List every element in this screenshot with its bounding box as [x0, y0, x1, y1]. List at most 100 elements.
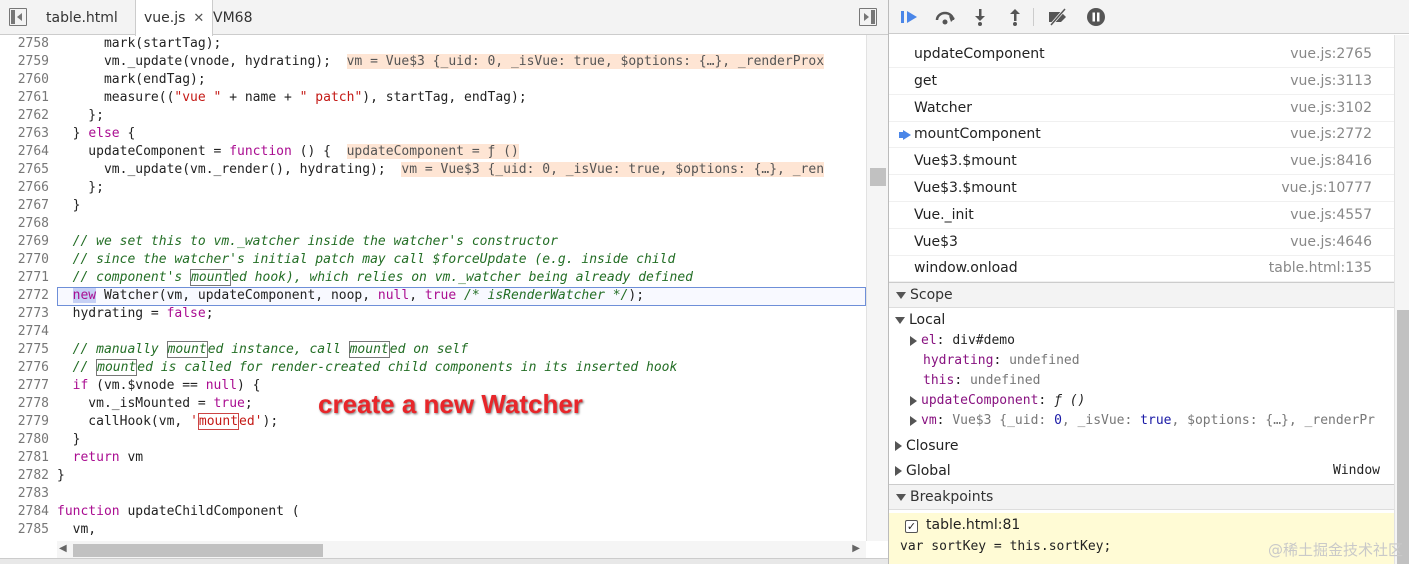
- code-line[interactable]: 2780 }: [0, 431, 866, 449]
- frame-location[interactable]: vue.js:8416: [1290, 148, 1372, 175]
- pause-on-exceptions-icon[interactable]: [1085, 6, 1107, 28]
- code-line[interactable]: 2760 mark(endTag);: [0, 71, 866, 89]
- frame-location[interactable]: vue.js:2765: [1290, 41, 1372, 68]
- close-tab-icon[interactable]: ✕: [193, 11, 204, 26]
- scope-closure-row[interactable]: Closure: [895, 436, 1400, 456]
- line-number[interactable]: 2775: [0, 341, 49, 359]
- call-frame[interactable]: Vue._init vue.js:4557: [889, 202, 1394, 229]
- frame-location[interactable]: vue.js:10777: [1281, 175, 1372, 202]
- line-number[interactable]: 2781: [0, 449, 49, 467]
- line-number[interactable]: 2768: [0, 215, 49, 233]
- line-number[interactable]: 2770: [0, 251, 49, 269]
- code-line[interactable]: 2770 // since the watcher's initial patc…: [0, 251, 866, 269]
- toggle-navigator-icon[interactable]: [9, 8, 27, 26]
- code-editor[interactable]: 2758 mark(startTag); 2759 vm._update(vnod…: [0, 35, 888, 541]
- frame-location[interactable]: vue.js:2772: [1290, 121, 1372, 148]
- code-line[interactable]: 2767 }: [0, 197, 866, 215]
- call-frame[interactable]: Vue$3.$mount vue.js:10777: [889, 175, 1394, 202]
- scope-var-this[interactable]: this: undefined: [923, 371, 1409, 391]
- deactivate-breakpoints-icon[interactable]: [1047, 6, 1069, 28]
- code-line[interactable]: 2769 // we set this to vm._watcher insid…: [0, 233, 866, 251]
- frame-location[interactable]: vue.js:4646: [1290, 229, 1372, 256]
- line-number[interactable]: 2773: [0, 305, 49, 323]
- scope-section-header[interactable]: Scope: [889, 282, 1394, 308]
- line-number[interactable]: 2758: [0, 35, 49, 53]
- call-frame-current[interactable]: mountComponent vue.js:2772: [889, 121, 1394, 149]
- call-frame[interactable]: Vue$3.$mount vue.js:8416: [889, 148, 1394, 176]
- code-line[interactable]: 2776 // mounted is called for render-cre…: [0, 359, 866, 377]
- frame-location[interactable]: vue.js:3102: [1290, 95, 1372, 122]
- line-number[interactable]: 2761: [0, 89, 49, 107]
- tab-table-html[interactable]: table.html: [38, 0, 126, 35]
- line-number[interactable]: 2762: [0, 107, 49, 125]
- scroll-left-icon[interactable]: ◀: [59, 543, 67, 554]
- frame-location[interactable]: table.html:135: [1269, 255, 1372, 282]
- resume-icon[interactable]: [899, 6, 921, 28]
- code-line[interactable]: 2782}: [0, 467, 866, 485]
- line-number[interactable]: 2786: [0, 539, 49, 541]
- breakpoint-checkbox[interactable]: ✓: [905, 520, 918, 533]
- line-number[interactable]: 2785: [0, 521, 49, 539]
- code-line[interactable]: 2768: [0, 215, 866, 233]
- code-line[interactable]: 2765 vm._update(vm._render(), hydrating)…: [0, 161, 866, 179]
- call-frame[interactable]: Watcher vue.js:3102: [889, 95, 1394, 122]
- scope-global-row[interactable]: Global Window: [895, 461, 1390, 481]
- toggle-debugger-icon[interactable]: [859, 8, 877, 26]
- editor-vertical-scrollbar[interactable]: [866, 35, 888, 541]
- tab-vue-js[interactable]: vue.js ✕: [135, 0, 214, 36]
- line-number[interactable]: 2776: [0, 359, 49, 377]
- scroll-thumb[interactable]: [870, 168, 886, 186]
- code-line[interactable]: 2785 vm,: [0, 521, 866, 539]
- scroll-thumb[interactable]: [73, 544, 323, 557]
- code-line[interactable]: 2773 hydrating = false;: [0, 305, 866, 323]
- code-line[interactable]: 2771 // component's mounted hook), which…: [0, 269, 866, 287]
- line-number[interactable]: 2765: [0, 161, 49, 179]
- line-number[interactable]: 2780: [0, 431, 49, 449]
- line-number[interactable]: 2771: [0, 269, 49, 287]
- scope-var-el[interactable]: el: div#demo: [910, 331, 1409, 351]
- code-line[interactable]: 2763 } else {: [0, 125, 866, 143]
- scope-var-vm[interactable]: vm: Vue$3 {_uid: 0, _isVue: true, $optio…: [910, 411, 1409, 431]
- line-number[interactable]: 2767: [0, 197, 49, 215]
- line-number[interactable]: 2769: [0, 233, 49, 251]
- code-line[interactable]: 2766 };: [0, 179, 866, 197]
- scope-var-updatecomponent[interactable]: updateComponent: ƒ (): [910, 391, 1409, 411]
- code-line[interactable]: 2761 measure(("vue " + name + " patch"),…: [0, 89, 866, 107]
- call-frame[interactable]: updateComponent vue.js:2765: [889, 41, 1394, 68]
- line-number[interactable]: 2774: [0, 323, 49, 341]
- line-number[interactable]: 2784: [0, 503, 49, 521]
- line-number[interactable]: 2766: [0, 179, 49, 197]
- line-number[interactable]: 2782: [0, 467, 49, 485]
- editor-horizontal-scrollbar[interactable]: ◀ ▶: [57, 541, 866, 558]
- call-frame[interactable]: Vue$3 vue.js:4646: [889, 229, 1394, 256]
- line-number[interactable]: 2764: [0, 143, 49, 161]
- scope-var-hydrating[interactable]: hydrating: undefined: [923, 351, 1409, 371]
- line-number[interactable]: 2783: [0, 485, 49, 503]
- code-line[interactable]: 2758 mark(startTag);: [0, 35, 866, 53]
- code-line[interactable]: 2775 // manually mounted instance, call …: [0, 341, 866, 359]
- line-number[interactable]: 2763: [0, 125, 49, 143]
- frame-location[interactable]: vue.js:4557: [1290, 202, 1372, 229]
- line-number[interactable]: 2772: [0, 287, 49, 305]
- current-execution-line[interactable]: 2772 new Watcher(vm, updateComponent, no…: [0, 287, 866, 306]
- code-line[interactable]: 2783: [0, 485, 866, 503]
- code-line[interactable]: 2774: [0, 323, 866, 341]
- frame-location[interactable]: vue.js:3113: [1290, 68, 1372, 95]
- line-number[interactable]: 2778: [0, 395, 49, 413]
- scroll-thumb[interactable]: [1397, 310, 1409, 564]
- scope-local-row[interactable]: Local: [895, 310, 1400, 330]
- sidebar-scrollbar[interactable]: [1394, 35, 1409, 564]
- code-line[interactable]: 2764 updateComponent = function () { upd…: [0, 143, 866, 161]
- scroll-right-icon[interactable]: ▶: [852, 543, 860, 554]
- step-out-icon[interactable]: [1004, 6, 1026, 28]
- breakpoints-section-header[interactable]: Breakpoints: [889, 484, 1394, 510]
- line-number[interactable]: 2759: [0, 53, 49, 71]
- call-frame[interactable]: get vue.js:3113: [889, 68, 1394, 95]
- step-into-icon[interactable]: [969, 6, 991, 28]
- line-number[interactable]: 2760: [0, 71, 49, 89]
- line-number[interactable]: 2777: [0, 377, 49, 395]
- call-frame[interactable]: window.onload table.html:135: [889, 255, 1394, 283]
- code-line[interactable]: 2759 vm._update(vnode, hydrating); vm = …: [0, 53, 866, 71]
- code-line[interactable]: 2784 function updateChildComponent (: [0, 503, 866, 521]
- tab-vm68[interactable]: VM68: [205, 0, 260, 35]
